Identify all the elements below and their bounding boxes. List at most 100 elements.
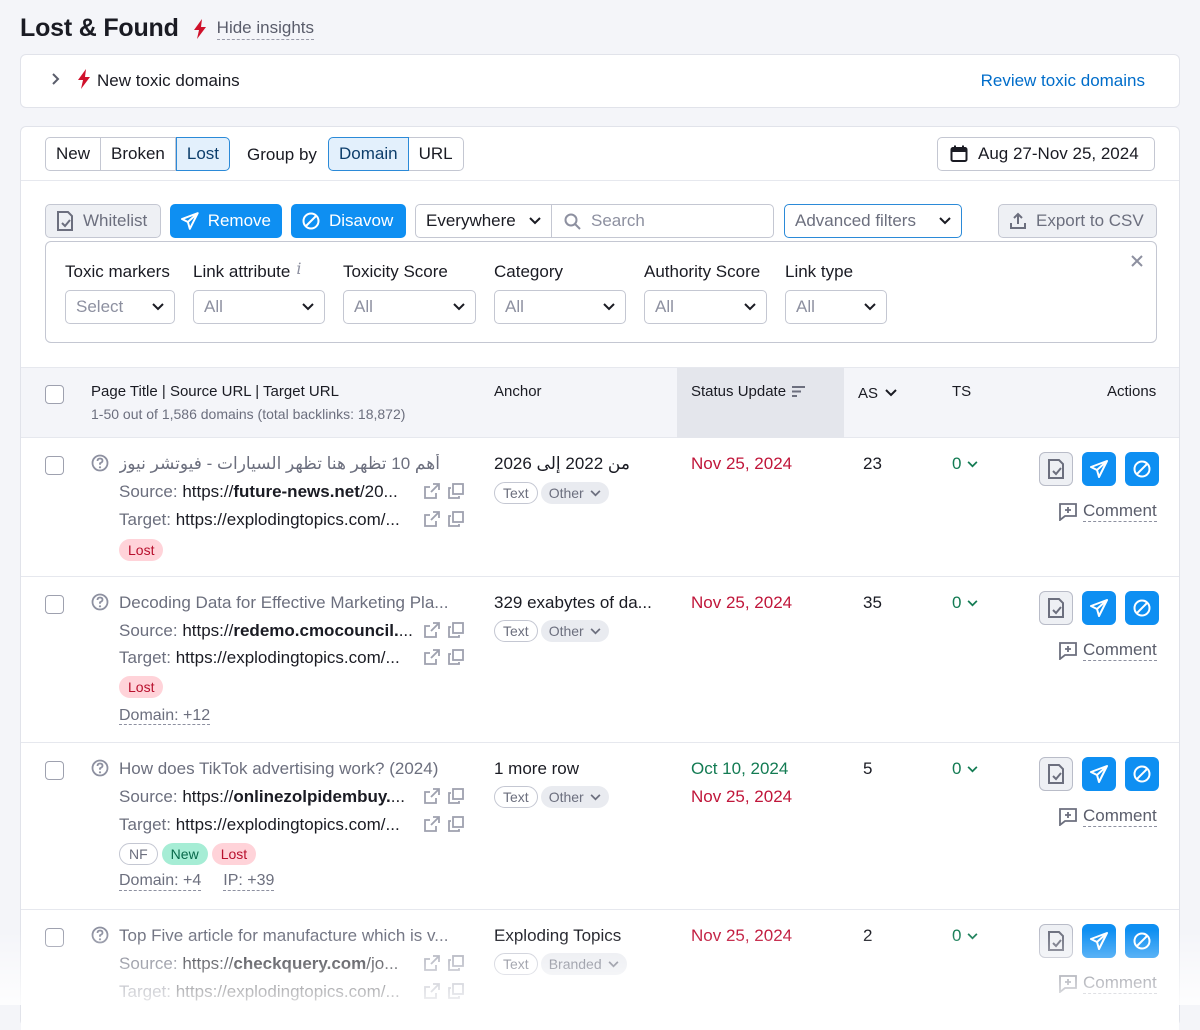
external-link-icon[interactable] [424,816,440,832]
remove-row-button[interactable] [1082,924,1116,958]
copy-icon[interactable] [448,622,464,638]
copy-icon[interactable] [448,955,464,971]
scope-select[interactable]: Everywhere [415,204,552,238]
source-url[interactable]: https://onlinezolpidembuy.... [182,787,405,806]
source-url[interactable]: https://future-news.net/20... [182,482,397,501]
anchor-category-pill[interactable]: Other [540,786,609,808]
anchor-category-pill[interactable]: Branded [540,953,627,975]
comment-button[interactable]: Comment [1059,501,1157,522]
toxicity-score[interactable]: 0 [952,759,978,779]
select-all-checkbox[interactable] [45,385,64,404]
external-link-icon[interactable] [424,983,440,999]
row-title[interactable]: How does TikTok advertising work? (2024) [119,759,464,779]
col-anchor[interactable]: Anchor [494,383,542,400]
remove-row-button[interactable] [1082,591,1116,625]
review-toxic-domains-link[interactable]: Review toxic domains [981,71,1145,91]
link-type-select[interactable]: All [785,290,887,324]
question-icon[interactable] [91,926,109,944]
search-input[interactable]: Search [551,204,774,238]
col-status-update[interactable]: Status Update [691,383,786,400]
whitelist-row-button[interactable] [1039,757,1073,791]
chevron-down-icon[interactable] [885,389,897,397]
external-link-icon[interactable] [424,622,440,638]
toxicity-score-select[interactable]: All [343,290,476,324]
external-link-icon[interactable] [424,649,440,665]
remove-row-button[interactable] [1082,452,1116,486]
copy-icon[interactable] [448,983,464,999]
copy-icon[interactable] [448,788,464,804]
row-title[interactable]: أهم 10 تظهر هنا تظهر السيارات - فيوتشر ن… [119,454,464,474]
whitelist-row-button[interactable] [1039,924,1073,958]
hide-insights-link[interactable]: Hide insights [216,18,314,40]
target-url[interactable]: https://explodingtopics.com/... [176,510,400,529]
link-attribute-select[interactable]: All [193,290,325,324]
ts-value: 0 [952,926,962,945]
row-checkbox[interactable] [45,761,64,780]
copy-icon[interactable] [448,816,464,832]
row-title[interactable]: Top Five article for manufacture which i… [119,926,464,946]
target-url[interactable]: https://explodingtopics.com/... [176,982,400,1001]
chevron-right-icon[interactable] [49,72,63,86]
ip-count-link[interactable]: IP: +39 [223,872,275,891]
comment-button[interactable]: Comment [1059,640,1157,661]
remove-button[interactable]: Remove [170,204,282,238]
external-link-icon[interactable] [424,955,440,971]
row-checkbox[interactable] [45,456,64,475]
group-by-domain[interactable]: Domain [328,137,409,171]
row-checkbox[interactable] [45,595,64,614]
col-page-title[interactable]: Page Title | Source URL | Target URL [91,383,339,400]
close-icon[interactable] [1130,254,1144,268]
comment-button[interactable]: Comment [1059,973,1157,994]
advanced-filters-button[interactable]: Advanced filters [784,204,962,238]
sort-icon[interactable] [791,385,806,398]
external-link-icon[interactable] [424,788,440,804]
date-range-picker[interactable]: Aug 27-Nov 25, 2024 [937,137,1155,171]
copy-icon[interactable] [448,483,464,499]
tab-lost[interactable]: Lost [175,137,231,171]
export-csv-button[interactable]: Export to CSV [998,204,1157,238]
tab-broken[interactable]: Broken [101,137,176,171]
toxicity-score[interactable]: 0 [952,593,978,613]
row-checkbox[interactable] [45,928,64,947]
copy-icon[interactable] [448,649,464,665]
row-title[interactable]: Decoding Data for Effective Marketing Pl… [119,593,464,613]
whitelist-row-button[interactable] [1039,591,1073,625]
authority-score-select[interactable]: All [644,290,767,324]
info-icon[interactable]: i [296,259,301,278]
source-url[interactable]: https://checkquery.com/jo... [182,954,398,973]
comment-button[interactable]: Comment [1059,806,1157,827]
target-url[interactable]: https://explodingtopics.com/... [176,648,400,667]
upload-icon [1010,212,1026,229]
col-ts[interactable]: TS [952,383,971,400]
whitelist-row-button[interactable] [1039,452,1073,486]
external-link-icon[interactable] [424,483,440,499]
source-url[interactable]: https://redemo.cmocouncil.... [182,621,413,640]
copy-icon[interactable] [448,511,464,527]
insight-card[interactable]: New toxic domains Review toxic domains [20,54,1180,108]
group-by-url[interactable]: URL [408,137,464,171]
domain-count-link[interactable]: Domain: +4 [119,872,202,891]
disavow-row-button[interactable] [1125,591,1159,625]
disavow-row-button[interactable] [1125,757,1159,791]
anchor-category-pill[interactable]: Other [540,620,609,642]
toxic-markers-select[interactable]: Select [65,290,175,324]
domain-count-link[interactable]: Domain: +12 [119,707,211,725]
anchor-text[interactable]: 1 more row [494,759,579,779]
disavow-button[interactable]: Disavow [291,204,406,238]
question-icon[interactable] [91,454,109,472]
disavow-row-button[interactable] [1125,452,1159,486]
disavow-row-button[interactable] [1125,924,1159,958]
toxicity-score[interactable]: 0 [952,926,978,946]
whitelist-button[interactable]: Whitelist [45,204,161,238]
category-select[interactable]: All [494,290,626,324]
target-url[interactable]: https://explodingtopics.com/... [176,815,400,834]
question-icon[interactable] [91,759,109,777]
question-icon[interactable] [91,593,109,611]
remove-row-button[interactable] [1082,757,1116,791]
external-link-icon[interactable] [424,511,440,527]
url-part: /jo... [366,954,399,973]
toxicity-score[interactable]: 0 [952,454,978,474]
tab-new[interactable]: New [45,137,102,171]
anchor-category-pill[interactable]: Other [540,482,609,504]
col-as[interactable]: AS [858,385,878,402]
